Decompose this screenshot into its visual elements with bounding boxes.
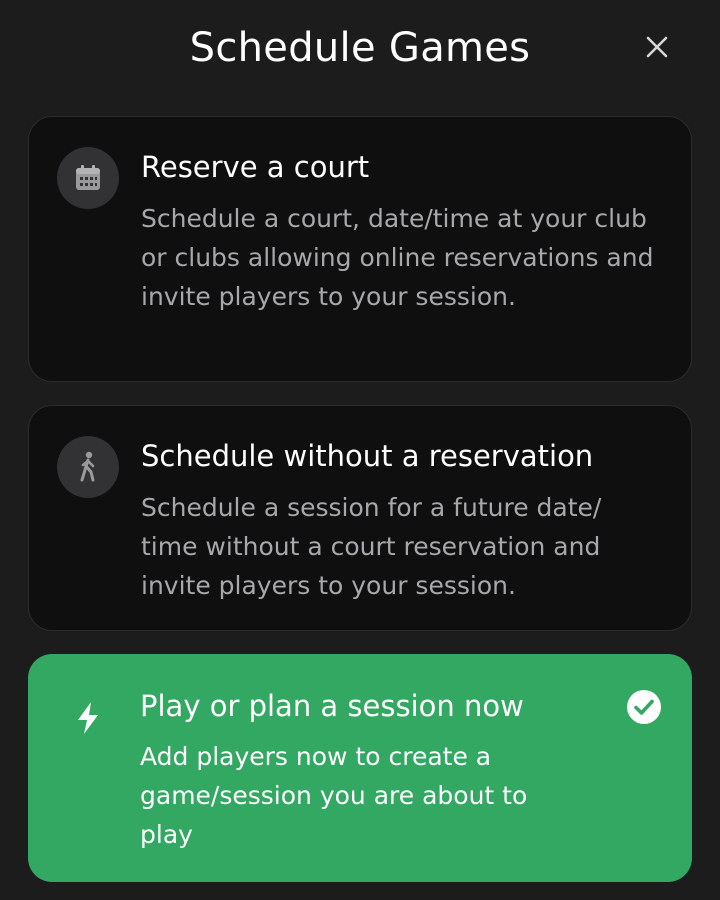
option-title: Play or plan a session now (140, 689, 524, 723)
close-button[interactable] (638, 28, 676, 66)
page-title: Schedule Games (189, 25, 531, 71)
lightning-bolt-icon (78, 702, 98, 734)
option-reserve-court[interactable]: Reserve a court Schedule a court, date/t… (28, 116, 692, 382)
option-description: Add players now to create a game/session… (140, 742, 528, 849)
option-description: Schedule a session for a future date/ ti… (141, 493, 602, 600)
option-title: Schedule without a reservation (141, 439, 594, 473)
walking-person-icon (80, 451, 95, 482)
walking-person-icon-container (57, 436, 119, 498)
calendar-icon (76, 165, 100, 190)
option-play-now[interactable]: Play or plan a session now Add players n… (28, 654, 692, 882)
modal-header: Schedule Games (0, 0, 720, 100)
check-circle-icon (627, 690, 661, 724)
calendar-icon-container (57, 147, 119, 209)
close-icon (646, 36, 668, 58)
lightning-bolt-icon-container (68, 698, 108, 738)
option-description: Schedule a court, date/time at your club… (141, 204, 654, 311)
option-title: Reserve a court (141, 150, 370, 184)
option-schedule-without-reservation[interactable]: Schedule without a reservation Schedule … (28, 405, 692, 631)
